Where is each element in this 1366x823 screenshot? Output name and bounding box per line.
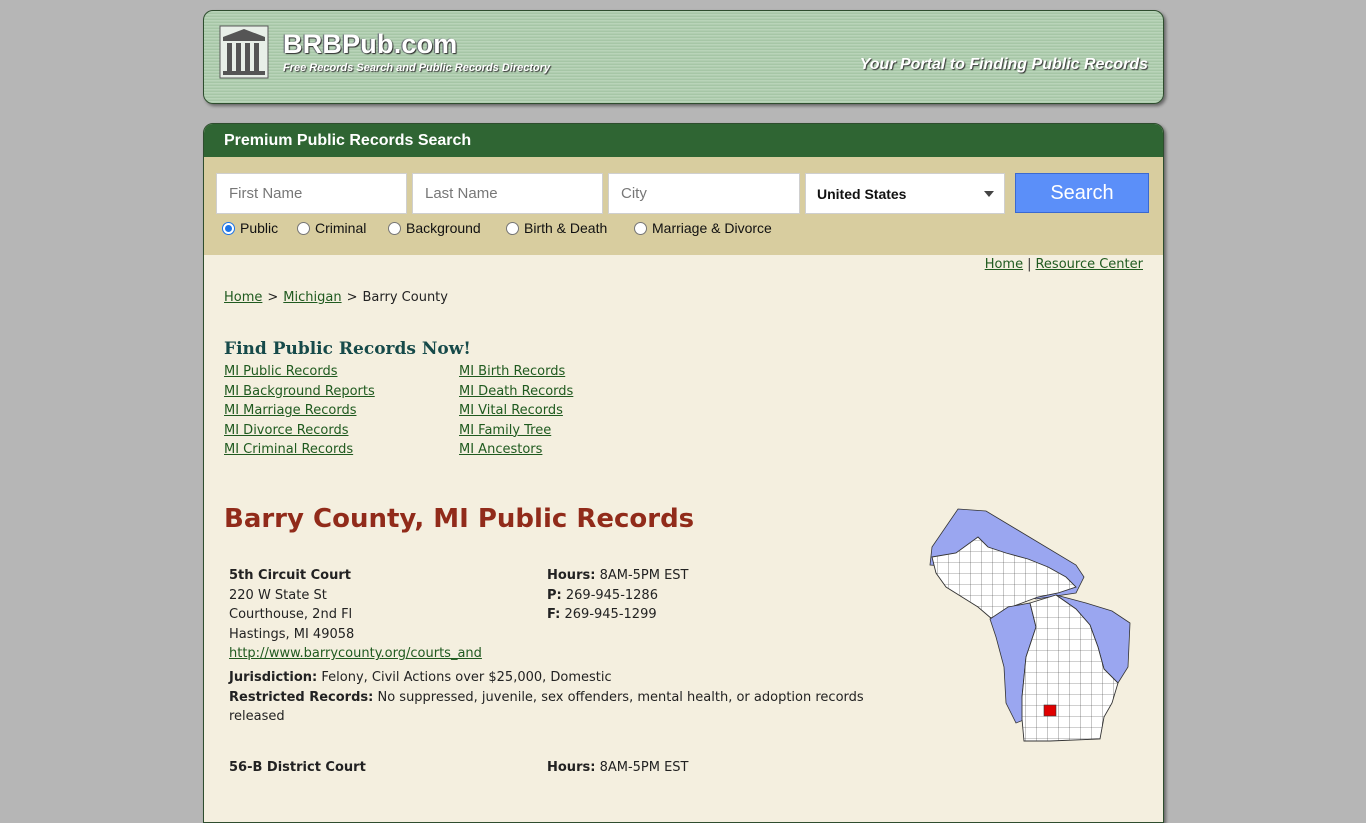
mi-death-records-link[interactable]: MI Death Records bbox=[459, 384, 573, 399]
restricted-records-label: Restricted Records: bbox=[229, 689, 374, 705]
office-city-state-zip: Hastings, MI 49058 bbox=[229, 626, 355, 642]
mi-marriage-records-link[interactable]: MI Marriage Records bbox=[224, 403, 356, 418]
michigan-county-map[interactable] bbox=[926, 507, 1132, 744]
breadcrumb-home-link[interactable]: Home bbox=[224, 290, 262, 305]
breadcrumb: Home > Michigan > Barry County bbox=[224, 290, 448, 305]
top-nav-links: Home | Resource Center bbox=[985, 257, 1143, 272]
resource-center-link[interactable]: Resource Center bbox=[1035, 257, 1143, 272]
search-form: United States Search Public Criminal Bac… bbox=[204, 157, 1163, 255]
jurisdiction-label: Jurisdiction: bbox=[229, 670, 318, 685]
country-select[interactable]: United States bbox=[805, 173, 1005, 214]
nav-separator: | bbox=[1027, 257, 1032, 272]
home-link[interactable]: Home bbox=[985, 257, 1023, 272]
office-jurisdiction: Felony, Civil Actions over $25,000, Dome… bbox=[321, 670, 612, 685]
search-title: Premium Public Records Search bbox=[224, 131, 472, 149]
search-button[interactable]: Search bbox=[1015, 173, 1149, 213]
page-title: Barry County, MI Public Records bbox=[224, 504, 695, 534]
chevron-down-icon bbox=[984, 191, 994, 197]
office-details-block: Jurisdiction: Felony, Civil Actions over… bbox=[229, 668, 879, 727]
list-item: MI Ancestors bbox=[459, 440, 573, 460]
radio-marriage-divorce[interactable]: Marriage & Divorce bbox=[634, 220, 772, 236]
list-item: MI Birth Records bbox=[459, 362, 573, 382]
main-panel: Premium Public Records Search United Sta… bbox=[203, 123, 1164, 823]
radio-criminal[interactable]: Criminal bbox=[297, 220, 366, 236]
site-name[interactable]: BRBPub.com bbox=[283, 29, 458, 60]
barry-county-highlight[interactable] bbox=[1043, 704, 1057, 717]
mi-family-tree-link[interactable]: MI Family Tree bbox=[459, 423, 551, 438]
radio-birth-death[interactable]: Birth & Death bbox=[506, 220, 607, 236]
radio-label: Criminal bbox=[315, 220, 367, 236]
mi-birth-records-link[interactable]: MI Birth Records bbox=[459, 364, 565, 379]
courthouse-logo-icon[interactable] bbox=[219, 25, 269, 79]
office-fax: 269-945-1299 bbox=[564, 607, 657, 623]
radio-label: Marriage & Divorce bbox=[652, 220, 772, 236]
office-contact-block: Hours: 8AM-5PM EST P: 269-945-1286 F: 26… bbox=[547, 566, 689, 625]
list-item: MI Background Reports bbox=[224, 382, 375, 402]
list-item: MI Death Records bbox=[459, 382, 573, 402]
office-phone: 269-945-1286 bbox=[565, 587, 658, 603]
mi-criminal-records-link[interactable]: MI Criminal Records bbox=[224, 442, 353, 457]
radio-background[interactable]: Background bbox=[388, 220, 481, 236]
search-title-bar: Premium Public Records Search bbox=[204, 124, 1163, 157]
radio-label: Public bbox=[240, 220, 279, 236]
breadcrumb-current: Barry County bbox=[362, 290, 448, 305]
radio-button[interactable] bbox=[634, 221, 647, 235]
radio-button[interactable] bbox=[506, 221, 519, 235]
list-item: MI Divorce Records bbox=[224, 421, 375, 441]
fax-label: F: bbox=[547, 607, 561, 623]
list-item: MI Family Tree bbox=[459, 421, 573, 441]
site-tagline: Free Records Search and Public Records D… bbox=[283, 62, 551, 74]
portal-slogan: Your Portal to Finding Public Records bbox=[859, 56, 1148, 73]
mi-divorce-records-link[interactable]: MI Divorce Records bbox=[224, 423, 348, 438]
radio-label: Birth & Death bbox=[524, 220, 608, 236]
list-item: MI Vital Records bbox=[459, 401, 573, 421]
radio-button-checked[interactable] bbox=[222, 221, 235, 235]
last-name-input[interactable] bbox=[412, 173, 603, 214]
radio-public[interactable]: Public bbox=[222, 220, 278, 236]
office-website-link[interactable]: http://www.barrycounty.org/courts_and bbox=[229, 646, 482, 661]
breadcrumb-state-link[interactable]: Michigan bbox=[283, 290, 341, 305]
phone-label: P: bbox=[547, 587, 562, 603]
record-type-radio-group: Public Criminal Background Birth & Death… bbox=[204, 220, 1163, 242]
city-input[interactable] bbox=[608, 173, 800, 214]
mi-public-records-link[interactable]: MI Public Records bbox=[224, 364, 337, 379]
country-select-value: United States bbox=[817, 185, 907, 202]
records-links-column-2: MI Birth Records MI Death Records MI Vit… bbox=[459, 362, 573, 460]
list-item: MI Marriage Records bbox=[224, 401, 375, 421]
mi-background-reports-link[interactable]: MI Background Reports bbox=[224, 384, 375, 399]
radio-button[interactable] bbox=[297, 221, 310, 235]
breadcrumb-separator: > bbox=[267, 290, 279, 305]
site-header: BRBPub.com Free Records Search and Publi… bbox=[203, 10, 1164, 104]
records-links-column-1: MI Public Records MI Background Reports … bbox=[224, 362, 375, 460]
radio-label: Background bbox=[406, 220, 481, 236]
list-item: MI Criminal Records bbox=[224, 440, 375, 460]
first-name-input[interactable] bbox=[216, 173, 407, 214]
find-records-heading: Find Public Records Now! bbox=[224, 339, 471, 359]
radio-button[interactable] bbox=[388, 221, 401, 235]
mi-vital-records-link[interactable]: MI Vital Records bbox=[459, 403, 563, 418]
mi-ancestors-link[interactable]: MI Ancestors bbox=[459, 442, 542, 457]
breadcrumb-separator: > bbox=[346, 290, 358, 305]
list-item: MI Public Records bbox=[224, 362, 375, 382]
office-hours: 8AM-5PM EST bbox=[599, 568, 689, 583]
hours-label: Hours: bbox=[547, 568, 596, 583]
